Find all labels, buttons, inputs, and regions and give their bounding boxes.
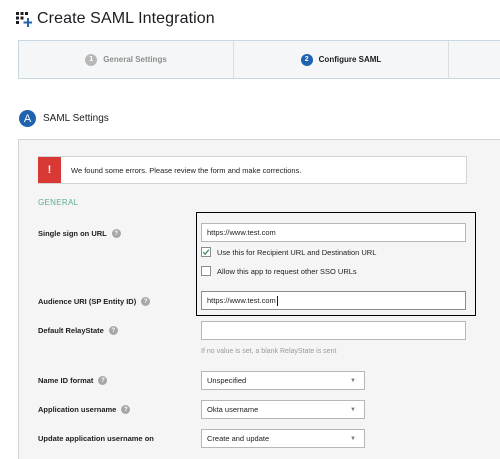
audience-uri-label: Audience URI (SP Entity ID) ?	[38, 297, 151, 306]
app-grid-plus-icon	[16, 12, 32, 27]
error-banner: ! We found some errors. Please review th…	[38, 156, 467, 184]
audience-uri-label-text: Audience URI (SP Entity ID)	[38, 297, 137, 306]
name-id-format-value: Unspecified	[207, 376, 247, 385]
wizard-step-general-settings[interactable]: 1 General Settings	[19, 41, 233, 78]
dropdown-arrow-icon: ▼	[350, 406, 356, 413]
name-id-format-label-text: Name ID format	[38, 376, 94, 385]
section-title: SAML Settings	[43, 113, 109, 124]
step-number: 2	[300, 53, 313, 66]
help-icon[interactable]: ?	[111, 229, 121, 238]
sso-url-label-text: Single sign on URL	[38, 229, 107, 238]
step-number: 1	[85, 53, 98, 66]
update-username-value: Create and update	[207, 434, 270, 443]
app-username-select[interactable]: Okta username ▼	[201, 400, 365, 419]
step-label: Configure SAML	[318, 55, 382, 64]
dropdown-arrow-icon: ▼	[350, 435, 356, 442]
error-message: We found some errors. Please review the …	[71, 165, 302, 175]
general-group-title: GENERAL	[38, 198, 79, 207]
name-id-format-label: Name ID format ?	[38, 376, 108, 385]
update-username-select[interactable]: Create and update ▼	[201, 429, 365, 448]
section-header: A SAML Settings	[19, 110, 109, 127]
page-title: Create SAML Integration	[37, 10, 215, 27]
wizard-steps: 1 General Settings 2 Configure SAML	[18, 40, 500, 79]
section-badge: A	[19, 110, 36, 127]
page-header: Create SAML Integration	[16, 9, 215, 29]
app-username-value: Okta username	[207, 405, 259, 414]
help-icon[interactable]: ?	[108, 326, 118, 335]
relay-state-label-text: Default RelayState	[38, 326, 104, 335]
relay-state-hint: If no value is set, a blank RelayState i…	[201, 348, 337, 355]
app-username-label-text: Application username	[38, 405, 117, 414]
step-label: General Settings	[103, 55, 167, 64]
highlight-frame	[196, 212, 476, 316]
error-icon: !	[38, 157, 61, 183]
dropdown-arrow-icon: ▼	[350, 377, 356, 384]
relay-state-input[interactable]	[201, 321, 466, 340]
help-icon[interactable]: ?	[121, 405, 131, 414]
help-icon[interactable]: ?	[98, 376, 108, 385]
name-id-format-select[interactable]: Unspecified ▼	[201, 371, 365, 390]
app-username-label: Application username ?	[38, 405, 131, 414]
update-username-label: Update application username on	[38, 434, 154, 443]
help-icon[interactable]: ?	[141, 297, 151, 306]
wizard-step-next	[449, 41, 500, 78]
update-username-label-text: Update application username on	[38, 434, 154, 443]
relay-state-label: Default RelayState ?	[38, 326, 118, 335]
sso-url-label: Single sign on URL ?	[38, 229, 121, 238]
wizard-step-configure-saml[interactable]: 2 Configure SAML	[233, 41, 449, 78]
